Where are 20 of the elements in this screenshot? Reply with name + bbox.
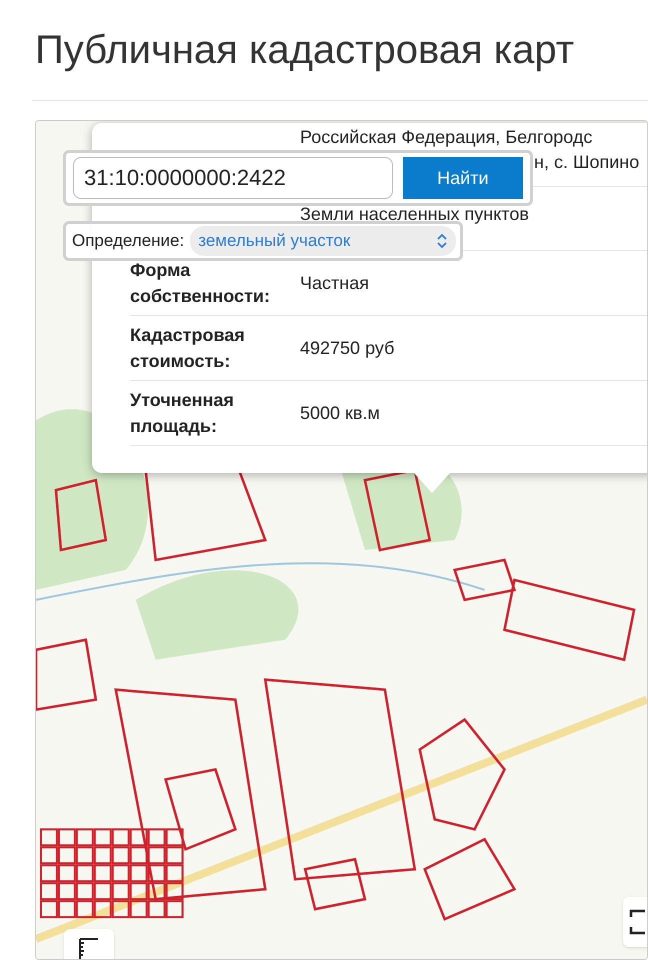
fullscreen-icon	[629, 909, 647, 935]
field-label: Форма собственности:	[130, 259, 271, 308]
ruler-button[interactable]	[64, 929, 114, 959]
field-value: 5000 кв.м	[300, 402, 380, 424]
page-title: Публичная кадастровая карт	[34, 27, 576, 74]
address-value-end: н, с. Шопино	[533, 151, 640, 174]
field-value: Частная	[300, 272, 369, 294]
address-value: Российская Федерация, Белгородс	[300, 126, 594, 149]
fullscreen-button[interactable]	[623, 897, 647, 947]
field-value: 492750 руб	[300, 336, 394, 360]
definition-value: земельный участок	[198, 230, 350, 252]
find-button[interactable]: Найти	[402, 157, 523, 199]
chevron-up-down-icon	[436, 232, 448, 250]
ruler-icon	[78, 937, 100, 959]
cadastral-number-field[interactable]: 31:10:0000000:2422	[73, 157, 393, 199]
field-label: Уточненная площадь:	[130, 389, 235, 438]
definition-label: Определение:	[72, 230, 184, 252]
category-value: Земли населенных пунктов	[300, 203, 529, 226]
field-label: Кадастровая стоимость:	[130, 324, 246, 373]
definition-select[interactable]: земельный участок	[190, 226, 456, 256]
